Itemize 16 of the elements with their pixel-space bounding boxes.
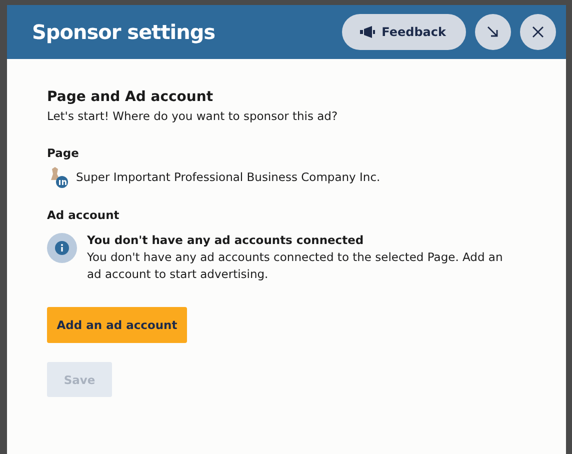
info-icon [47, 233, 77, 263]
ad-account-label: Ad account [47, 208, 120, 222]
page-label: Page [47, 146, 80, 160]
section-heading: Page and Ad account [47, 89, 214, 105]
megaphone-icon [360, 26, 375, 38]
dialog-title: Sponsor settings [32, 20, 216, 44]
page-name: Super Important Professional Business Company Inc. [76, 169, 380, 185]
minimize-button[interactable] [475, 14, 511, 50]
notice-text: You don't have any ad accounts connected to the selected Page. Add an ad account to start advertising. [87, 249, 504, 283]
close-icon [532, 26, 544, 38]
add-ad-account-button[interactable]: Add an ad account [47, 307, 187, 343]
close-button[interactable] [520, 14, 556, 50]
feedback-button[interactable]: Feedback [342, 14, 466, 50]
notice-title: You don't have any ad accounts connected [87, 233, 365, 247]
arrow-down-right-icon [487, 26, 499, 38]
section-subtitle: Let's start! Where do you want to sponsor this ad? [47, 108, 339, 124]
